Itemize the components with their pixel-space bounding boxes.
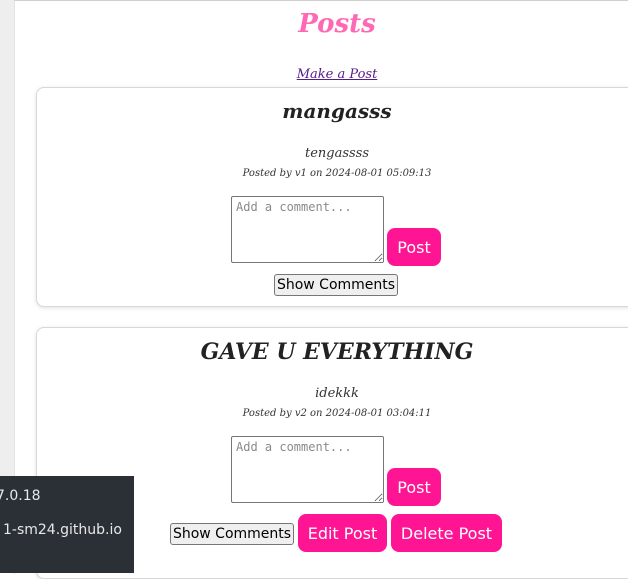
page-title: Posts (298, 9, 376, 39)
post-title: mangasss (282, 99, 392, 123)
post-card: mangasss tengassss Posted by v1 on 2024-… (36, 87, 628, 307)
overlay-version-text: 7.0.18 (0, 488, 41, 504)
make-post-link[interactable]: Make a Post (15, 67, 628, 82)
post-comment-button[interactable]: Post (387, 228, 441, 266)
status-overlay: 7.0.18 1-sm24.github.io (0, 476, 134, 573)
overlay-url-text: 1-sm24.github.io (3, 522, 122, 538)
show-comments-button[interactable]: Show Comments (170, 523, 294, 545)
comment-input[interactable] (231, 436, 384, 503)
show-comments-button[interactable]: Show Comments (274, 274, 398, 296)
post-meta: Posted by v2 on 2024-08-01 03:04:11 (242, 408, 432, 419)
post-title: GAVE U EVERYTHING (200, 339, 474, 365)
edit-post-button[interactable]: Edit Post (298, 514, 387, 552)
post-body: tengassss (304, 146, 370, 161)
comment-input[interactable] (231, 196, 384, 263)
post-body: idekkk (315, 386, 359, 401)
delete-post-button[interactable]: Delete Post (391, 514, 502, 552)
post-meta: Posted by v1 on 2024-08-01 05:09:13 (242, 168, 432, 179)
post-comment-button[interactable]: Post (387, 468, 441, 506)
